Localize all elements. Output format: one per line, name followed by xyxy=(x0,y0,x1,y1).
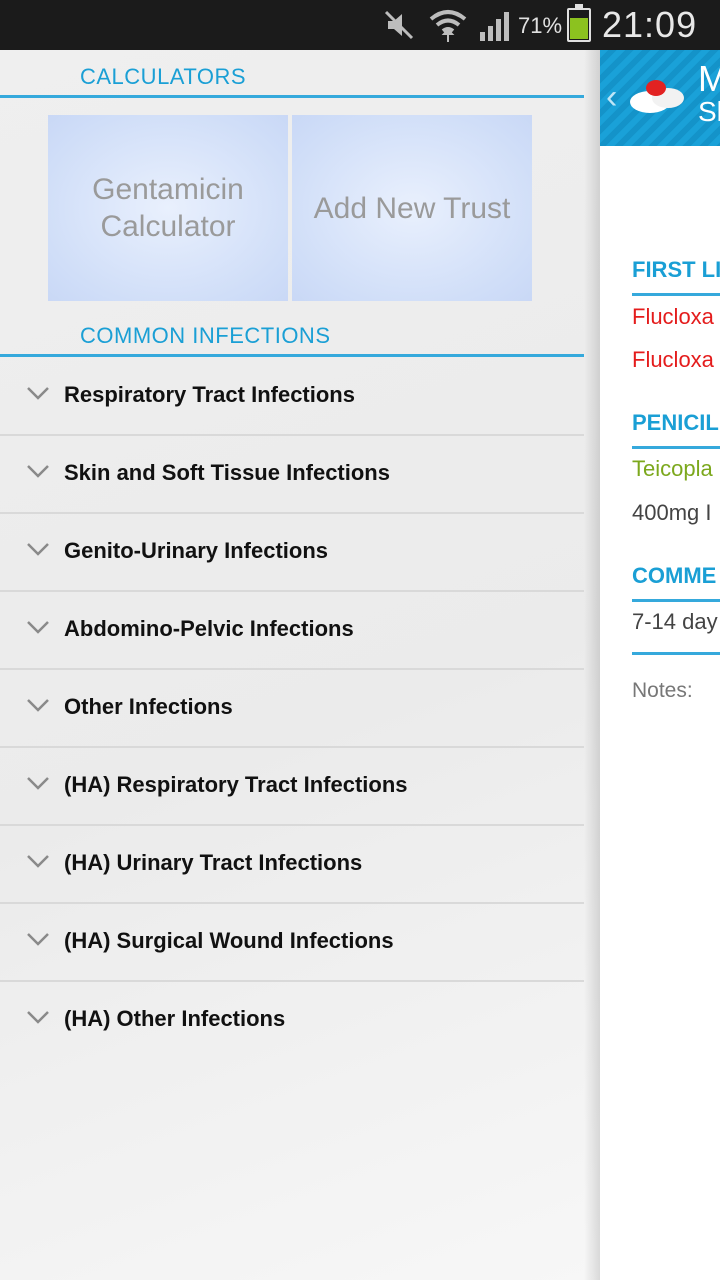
list-item[interactable]: Abdomino-Pelvic Infections xyxy=(0,592,584,670)
gentamicin-calculator-button[interactable]: Gentamicin Calculator xyxy=(48,115,288,301)
drawer-shadow xyxy=(584,50,600,1280)
drug-line: Flucloxa xyxy=(632,304,714,329)
divider xyxy=(632,599,720,602)
divider xyxy=(632,652,720,655)
page-title: M xyxy=(698,58,720,99)
chevron-down-icon xyxy=(27,621,49,634)
divider xyxy=(632,293,720,296)
chevron-down-icon xyxy=(27,699,49,712)
common-infections-heading: COMMON INFECTIONS xyxy=(80,323,331,348)
infection-list: Respiratory Tract Infections Skin and So… xyxy=(0,358,584,1060)
list-item-label: Abdomino-Pelvic Infections xyxy=(64,616,354,641)
drug-line: Teicopla xyxy=(632,456,713,481)
section-divider xyxy=(0,95,584,98)
list-item-label: Other Infections xyxy=(64,694,233,719)
list-item[interactable]: Respiratory Tract Infections xyxy=(0,358,584,436)
list-item[interactable]: (HA) Other Infections xyxy=(0,982,584,1060)
page-subtitle: Sk xyxy=(698,96,720,127)
status-bar: 71% 21:09 xyxy=(0,0,720,50)
battery-icon xyxy=(567,4,591,42)
chevron-down-icon xyxy=(27,855,49,868)
chevron-down-icon xyxy=(27,777,49,790)
chevron-down-icon xyxy=(27,465,49,478)
list-item-label: (HA) Urinary Tract Infections xyxy=(64,850,363,875)
comment-line: 7-14 day xyxy=(632,609,718,634)
list-item-label: (HA) Respiratory Tract Infections xyxy=(64,772,408,797)
list-item[interactable]: (HA) Respiratory Tract Infections xyxy=(0,748,584,826)
divider xyxy=(632,446,720,449)
list-item-label: Respiratory Tract Infections xyxy=(64,382,355,407)
tile-label: Gentamicin xyxy=(92,173,244,206)
add-new-trust-button[interactable]: Add New Trust xyxy=(292,115,532,301)
wifi-icon xyxy=(429,10,467,42)
chevron-down-icon xyxy=(27,543,49,556)
calculators-heading: CALCULATORS xyxy=(80,64,247,89)
action-bar: ‹ M Sk xyxy=(600,50,720,146)
list-item-label: (HA) Surgical Wound Infections xyxy=(64,928,394,953)
chevron-down-icon xyxy=(27,387,49,400)
clock: 21:09 xyxy=(602,4,698,45)
chevron-down-icon xyxy=(27,1011,49,1024)
list-item[interactable]: Genito-Urinary Infections xyxy=(0,514,584,592)
chevron-down-icon xyxy=(27,933,49,946)
list-item-label: Skin and Soft Tissue Infections xyxy=(64,460,390,485)
chevron-left-icon[interactable]: ‹ xyxy=(606,78,617,117)
tile-label: Calculator xyxy=(100,210,236,243)
signal-icon xyxy=(480,12,509,41)
detail-pane: ‹ M Sk FIRST LI Flucloxa Flucloxa PENICI… xyxy=(600,50,720,1280)
list-item-label: Genito-Urinary Infections xyxy=(64,538,329,563)
notes-label: Notes: xyxy=(632,679,693,702)
pill-logo xyxy=(630,80,684,113)
list-item[interactable]: (HA) Surgical Wound Infections xyxy=(0,904,584,982)
list-item[interactable]: (HA) Urinary Tract Infections xyxy=(0,826,584,904)
list-item[interactable]: Other Infections xyxy=(0,670,584,748)
section-heading-first-line: FIRST LI xyxy=(632,257,720,282)
list-item-label: (HA) Other Infections xyxy=(64,1006,286,1031)
battery-percentage: 71% xyxy=(518,13,563,38)
section-heading-penicillin: PENICIL xyxy=(632,410,719,435)
drug-line: Flucloxa xyxy=(632,347,714,372)
section-heading-comments: COMME xyxy=(632,563,717,588)
mute-icon xyxy=(384,10,414,40)
section-divider xyxy=(0,354,584,357)
dose-line: 400mg I xyxy=(632,500,712,525)
tile-label: Add New Trust xyxy=(313,191,511,225)
navigation-drawer[interactable]: CALCULATORS Gentamicin Calculator Add Ne… xyxy=(0,50,600,1280)
list-item[interactable]: Skin and Soft Tissue Infections xyxy=(0,436,584,514)
